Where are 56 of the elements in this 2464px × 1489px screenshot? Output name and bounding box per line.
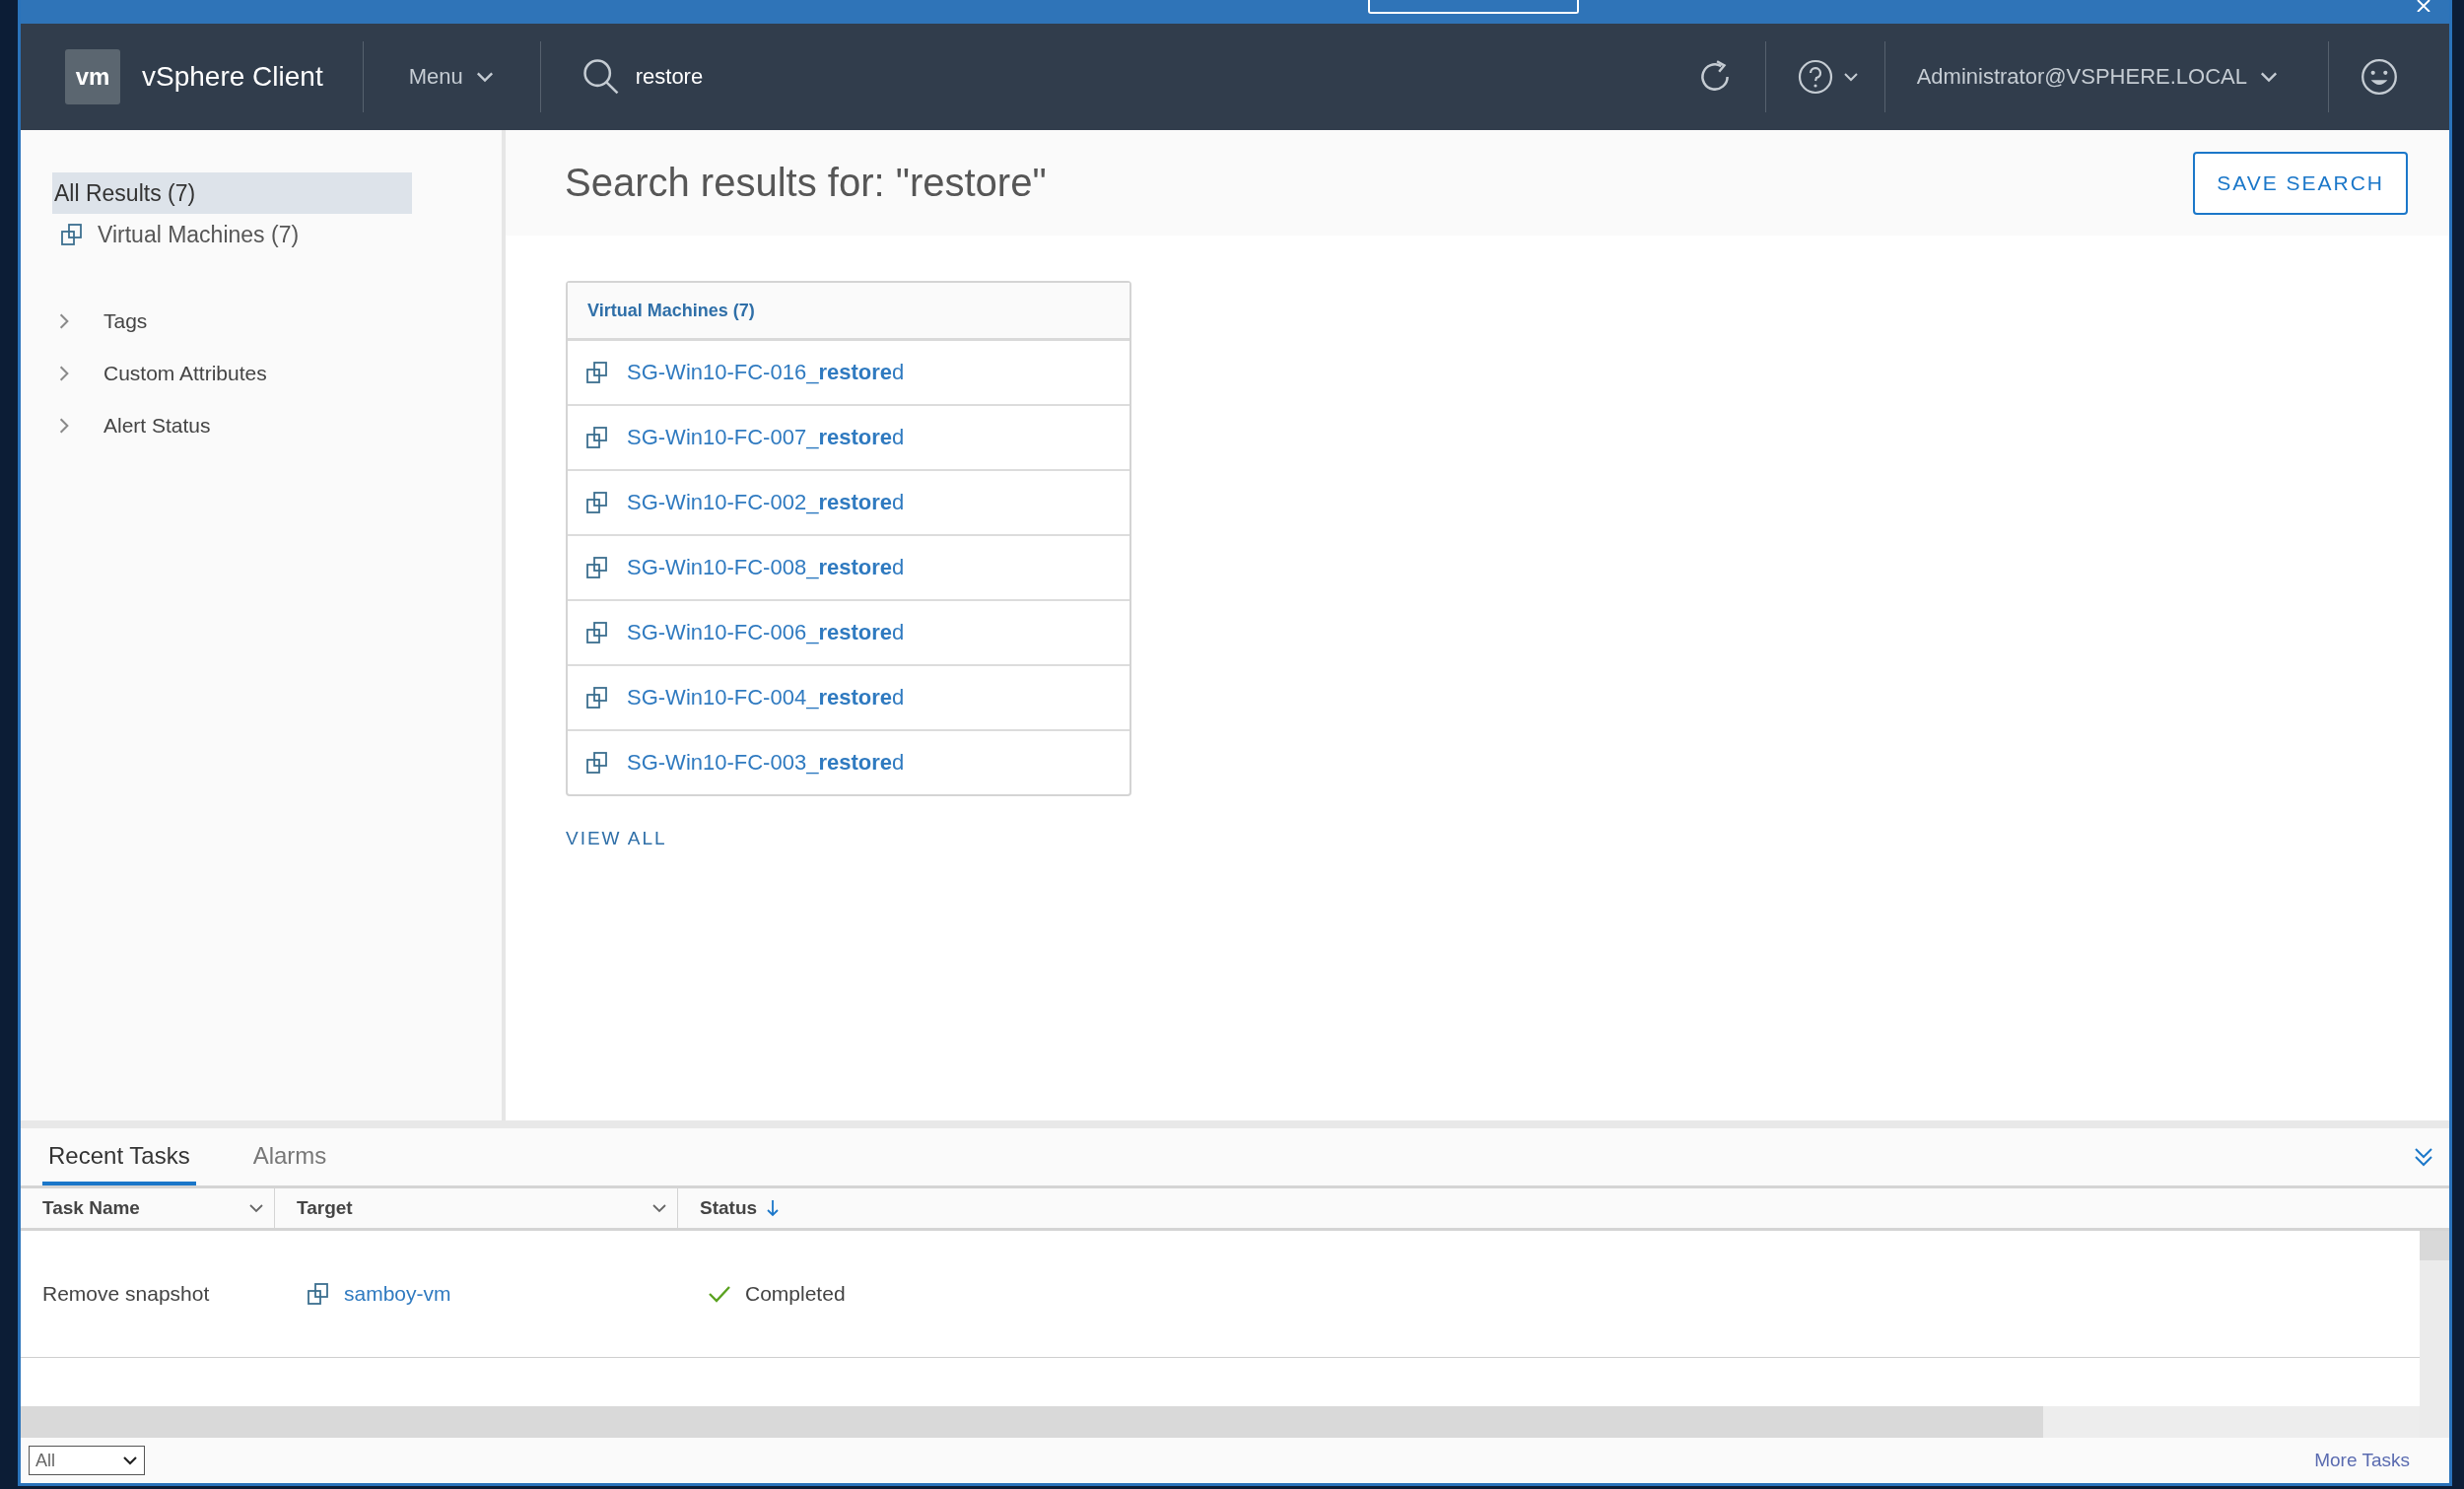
column-header[interactable]: Status (678, 1188, 2449, 1228)
horizontal-scrollbar[interactable] (21, 1406, 2420, 1438)
collapse-icon[interactable] (2412, 1145, 2435, 1169)
sidebar-group[interactable]: Custom Attributes (58, 347, 267, 399)
title-bar-button[interactable] (1368, 0, 1579, 14)
vm-icon (585, 751, 609, 775)
vm-icon (60, 223, 84, 246)
sort-arrow-icon (767, 1198, 780, 1218)
panel-tab[interactable]: Alarms (246, 1142, 333, 1185)
chevron-icon (58, 311, 70, 330)
sidebar-item[interactable]: All Results (7) (52, 172, 412, 214)
vm-icon (585, 686, 609, 710)
product-name: vSphere Client (142, 61, 323, 93)
vm-icon (585, 621, 609, 644)
save-search-button[interactable]: SAVE SEARCH (2193, 151, 2408, 215)
smiley-icon[interactable] (2359, 56, 2400, 98)
logo: vm (65, 49, 120, 104)
vertical-scrollbar[interactable] (2420, 1231, 2449, 1438)
chevron-icon (58, 364, 70, 382)
search-field[interactable]: restore (633, 63, 933, 91)
column-header[interactable]: Task Name (21, 1188, 275, 1228)
caret-icon (2259, 71, 2279, 83)
vm-icon (585, 556, 609, 579)
vm-link[interactable]: SG-Win10-FC-002_restored (627, 490, 905, 515)
page-title: Search results for: "restore" (565, 161, 1048, 205)
target-link[interactable]: samboy-vm (344, 1282, 451, 1306)
vm-icon (585, 426, 609, 449)
task-name-cell-text: Remove snapshot (41, 1282, 211, 1306)
sidebar-item[interactable]: Virtual Machines (7) (52, 214, 412, 255)
vm-link[interactable]: SG-Win10-FC-006_restored (627, 620, 905, 645)
dropdown-caret-icon[interactable] (651, 1203, 667, 1213)
user-menu[interactable]: Administrator@VSPHERE.LOCAL (1884, 64, 2328, 90)
vm-link[interactable]: SG-Win10-FC-007_restored (627, 425, 905, 450)
vm-icon (585, 491, 609, 514)
more-tasks-link[interactable]: More Tasks (2314, 1450, 2410, 1471)
filter-dropdown[interactable]: All (29, 1446, 145, 1475)
sidebar-group[interactable]: Alert Status (58, 399, 211, 451)
column-header[interactable]: Target (275, 1188, 678, 1228)
vm-link[interactable]: SG-Win10-FC-004_restored (627, 685, 905, 711)
caret-icon (474, 71, 495, 83)
vm-link[interactable]: SG-Win10-FC-008_restored (627, 555, 905, 580)
vm-icon (585, 361, 609, 384)
search-icon (582, 58, 620, 96)
vm-link[interactable]: SG-Win10-FC-016_restored (627, 360, 905, 385)
menu-button[interactable]: Menu (363, 64, 540, 90)
caret-icon (122, 1455, 138, 1465)
status-text: Completed (745, 1282, 846, 1306)
view-all-link[interactable]: VIEW ALL (566, 828, 667, 849)
panel-tab[interactable]: Recent Tasks (42, 1142, 196, 1185)
dropdown-caret-icon[interactable] (248, 1203, 264, 1213)
card-title: Virtual Machines (7) (568, 283, 1129, 341)
vm-icon (307, 1282, 330, 1306)
sidebar-group[interactable]: Tags (58, 295, 148, 347)
chevron-icon (58, 416, 70, 435)
vm-link[interactable]: SG-Win10-FC-003_restored (627, 750, 905, 776)
checkmark-icon (708, 1284, 731, 1304)
